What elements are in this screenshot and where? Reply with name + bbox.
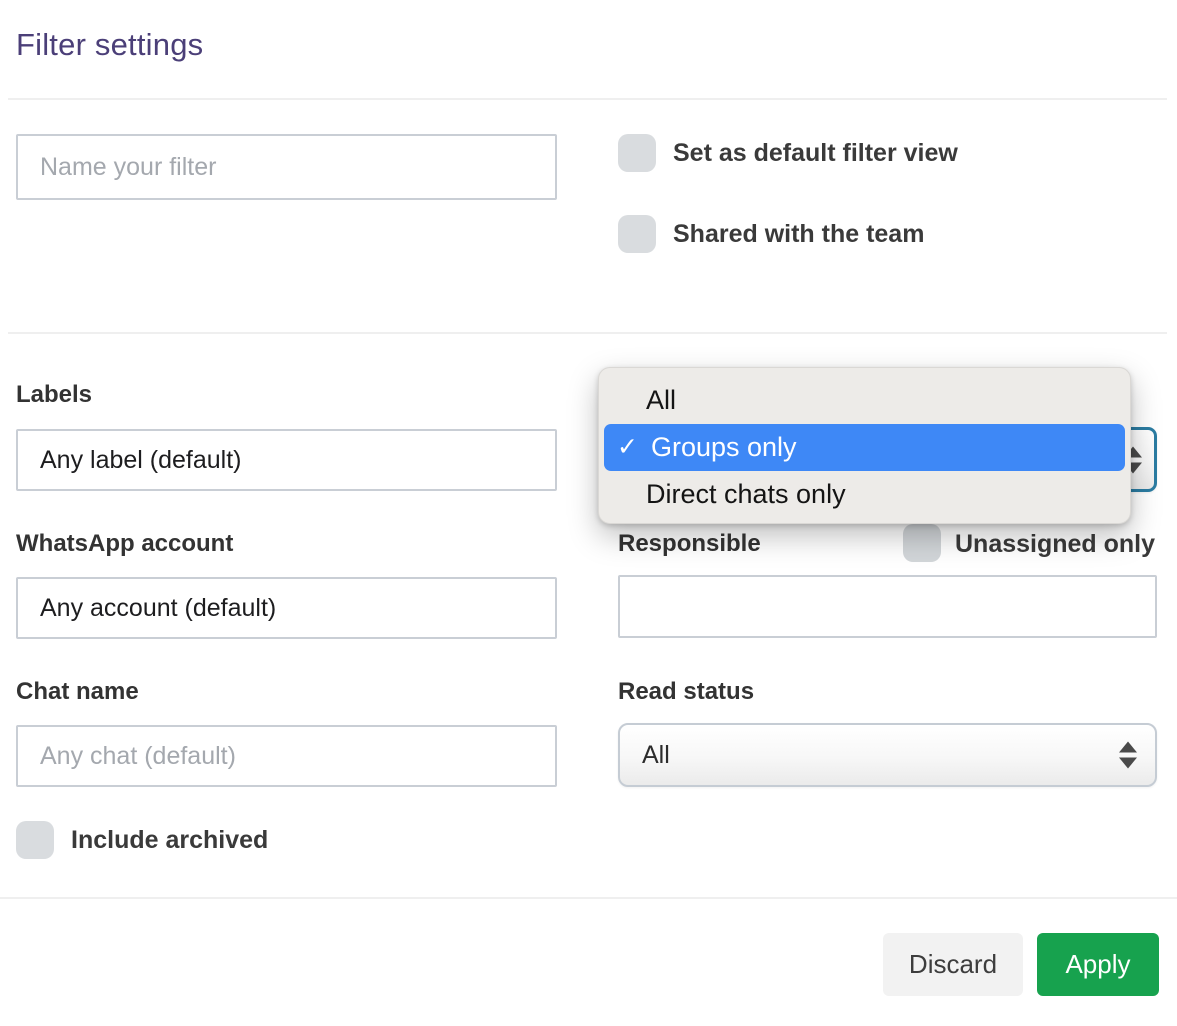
default-filter-label: Set as default filter view <box>673 139 958 168</box>
read-status-field-label: Read status <box>618 678 754 706</box>
include-archived-checkbox-row[interactable]: Include archived <box>16 821 268 859</box>
whatsapp-account-field-label: WhatsApp account <box>16 530 233 558</box>
dropdown-option-all[interactable]: All <box>599 377 1130 424</box>
shared-team-checkbox-row[interactable]: Shared with the team <box>618 215 924 253</box>
unassigned-only-checkbox[interactable] <box>903 524 941 562</box>
unassigned-only-label: Unassigned only <box>955 530 1155 559</box>
dropdown-option-label: Direct chats only <box>646 479 846 510</box>
read-status-select[interactable]: All <box>618 723 1157 787</box>
arrow-up-icon <box>1119 742 1137 753</box>
default-filter-checkbox[interactable] <box>618 134 656 172</box>
dropdown-option-label: All <box>646 385 676 416</box>
divider <box>0 897 1177 899</box>
filter-name-input[interactable] <box>16 134 557 200</box>
dropdown-option-direct-chats-only[interactable]: Direct chats only <box>599 471 1130 518</box>
chat-name-field-label: Chat name <box>16 678 139 706</box>
default-filter-checkbox-row[interactable]: Set as default filter view <box>618 134 958 172</box>
arrow-down-icon <box>1119 758 1137 769</box>
responsible-field-label: Responsible <box>618 530 761 558</box>
dropdown-option-label: Groups only <box>651 432 797 463</box>
dropdown-option-groups-only[interactable]: ✓ Groups only <box>604 424 1125 471</box>
read-status-value: All <box>642 741 670 770</box>
include-archived-label: Include archived <box>71 826 268 855</box>
page-title: Filter settings <box>16 27 203 63</box>
apply-button[interactable]: Apply <box>1037 933 1159 996</box>
labels-field-label: Labels <box>16 381 92 409</box>
divider <box>8 332 1167 334</box>
checkmark-icon: ✓ <box>617 435 638 460</box>
chat-type-dropdown: All ✓ Groups only Direct chats only <box>598 367 1131 524</box>
include-archived-checkbox[interactable] <box>16 821 54 859</box>
labels-input[interactable] <box>16 429 557 491</box>
whatsapp-account-input[interactable] <box>16 577 557 639</box>
responsible-input[interactable] <box>618 575 1157 638</box>
select-stepper-icon <box>1119 742 1137 769</box>
shared-team-label: Shared with the team <box>673 220 924 249</box>
discard-button[interactable]: Discard <box>883 933 1023 996</box>
chat-name-input[interactable] <box>16 725 557 787</box>
divider <box>8 98 1167 100</box>
shared-team-checkbox[interactable] <box>618 215 656 253</box>
filter-settings-dialog: Filter settings Set as default filter vi… <box>0 0 1177 1026</box>
